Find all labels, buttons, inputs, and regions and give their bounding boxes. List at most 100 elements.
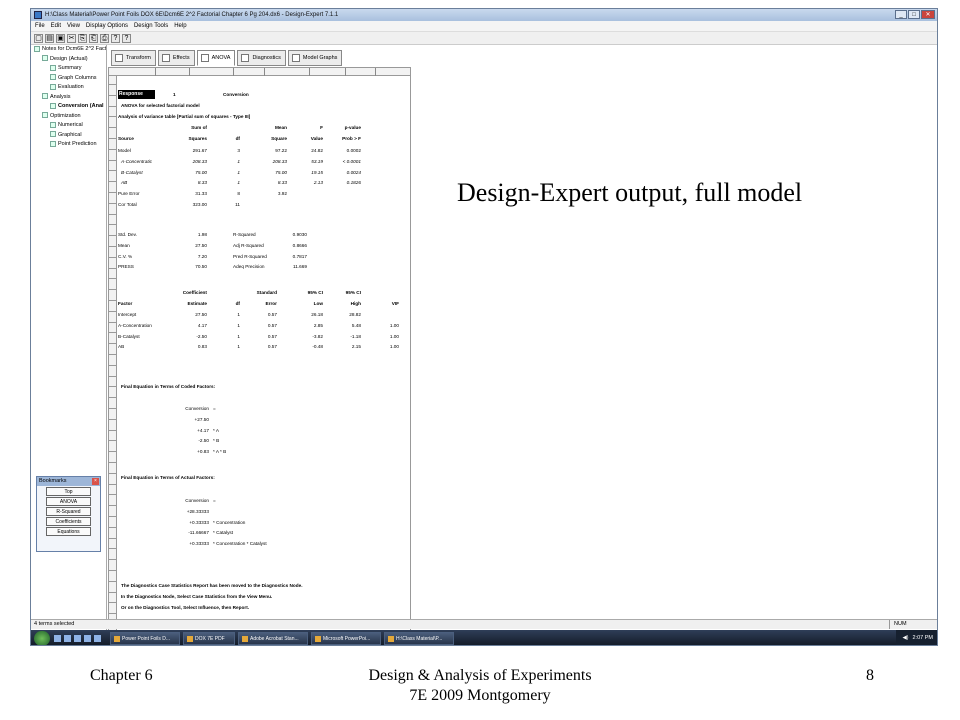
slide-annotation: Design-Expert output, full model — [457, 178, 803, 207]
report-cell: 0.0002 — [346, 148, 361, 153]
tab-transform[interactable]: Transform — [111, 50, 156, 66]
report-cell: 53.19 — [311, 158, 323, 164]
new-icon[interactable]: ▢ — [34, 34, 43, 43]
report-cell: -0.48 — [312, 344, 323, 350]
report-cell: 0.57 — [267, 344, 277, 350]
tab-label: ANOVA — [211, 54, 231, 61]
tree-node-icon — [50, 74, 56, 81]
tree-node-icon — [42, 93, 48, 100]
report-cell: Pure Error — [118, 191, 140, 197]
spreadsheet-row-headers — [109, 76, 117, 630]
windows-taskbar: Power Point Foils D... DOX 7E PDF Adobe Ac… — [31, 630, 937, 645]
report-cell: = — [213, 406, 216, 411]
bookmarks-close-icon[interactable]: × — [92, 478, 99, 485]
toolbar: ▢ ▤ ▣ ✂ ⎘ ⎗ ⎙ ? ? — [31, 32, 937, 45]
report-cell: 1 — [237, 322, 240, 328]
taskbar-button[interactable]: Microsoft PowerPoi... — [311, 632, 381, 645]
report-cell: Std. Dev. — [118, 232, 137, 237]
taskbar-button[interactable]: Adobe Acrobat Stan... — [238, 632, 308, 645]
report-cell: 1 — [173, 92, 176, 97]
quicklaunch-icon[interactable] — [54, 635, 61, 642]
quicklaunch-icon[interactable] — [84, 635, 91, 642]
report-cell: 0.1826 — [346, 180, 361, 186]
title-bar: H:\Class Material\Power Point Foils DOX … — [31, 9, 937, 21]
response-label-cell: Response — [118, 90, 155, 99]
report-cell: 1 — [237, 180, 240, 186]
tree-node[interactable]: Analysis — [31, 93, 106, 103]
report-cell: Low — [313, 301, 323, 306]
tree-node[interactable]: Evaluation — [31, 83, 106, 93]
tree-node[interactable]: Optimization — [31, 112, 106, 122]
report-cell: 3 — [237, 148, 240, 153]
quicklaunch-icon[interactable] — [74, 635, 81, 642]
bookmark-button-top[interactable]: Top — [46, 487, 91, 496]
quicklaunch-icon[interactable] — [64, 635, 71, 642]
taskbar-button[interactable]: Power Point Foils D... — [110, 632, 180, 645]
taskbar-button-label: H:\Class Material\P... — [396, 635, 443, 642]
open-icon[interactable]: ▤ — [45, 34, 54, 43]
report-cell: 24.82 — [311, 148, 323, 153]
tab-anova[interactable]: ANOVA — [196, 50, 236, 66]
menu-edit[interactable]: Edit — [51, 21, 61, 31]
report-cell: 8.33 — [277, 180, 287, 186]
status-bar: 4 terms selected NUM — [31, 619, 937, 629]
cut-icon[interactable]: ✂ — [67, 34, 76, 43]
tree-node[interactable]: Notes for Dcm6E 2^2 Facto — [31, 45, 106, 55]
bookmark-button-r-squared[interactable]: R-Squared — [46, 507, 91, 516]
taskbar-button-label: Power Point Foils D... — [122, 635, 171, 642]
tree-node-label: Summary — [58, 65, 82, 71]
print-icon[interactable]: ⎙ — [100, 34, 109, 43]
tree-node[interactable]: Graphical — [31, 131, 106, 141]
tree-node-icon — [42, 55, 48, 62]
tree-node[interactable]: Design (Actual) — [31, 55, 106, 65]
report-cell: 8 — [237, 191, 240, 197]
taskbar-button[interactable]: H:\Class Material\P... — [384, 632, 454, 645]
maximize-button[interactable]: □ — [908, 10, 920, 19]
menu-display-options[interactable]: Display Options — [86, 21, 128, 31]
report-cell: 7.20 — [197, 253, 207, 259]
menu-design-tools[interactable]: Design Tools — [134, 21, 168, 31]
tree-node-label: Point Prediction — [58, 141, 97, 147]
report-cell: 1.98 — [197, 232, 207, 237]
minimize-button[interactable]: _ — [895, 10, 907, 19]
tab-diagnostics[interactable]: Diagnostics — [237, 50, 286, 66]
report-cell: F — [320, 125, 323, 130]
report-cell: A-Concentration — [118, 322, 152, 328]
tree-node-label: Numerical — [58, 122, 83, 128]
tree-node[interactable]: Summary — [31, 64, 106, 74]
copy-icon[interactable]: ⎘ — [78, 34, 87, 43]
tips-icon[interactable]: ? — [122, 34, 131, 43]
close-button[interactable]: ✕ — [921, 10, 935, 19]
tree-node[interactable]: Point Prediction — [31, 140, 106, 150]
report-cell: In the Diagnostics Node, Select Case Sta… — [121, 594, 273, 599]
bookmark-button-equations[interactable]: Equations — [46, 527, 91, 536]
tree-node[interactable]: Numerical — [31, 121, 106, 131]
quicklaunch-icon[interactable] — [94, 635, 101, 642]
paste-icon[interactable]: ⎗ — [89, 34, 98, 43]
taskbar-button-label: Adobe Acrobat Stan... — [250, 635, 299, 642]
report-cell: Value — [310, 136, 323, 141]
report-cell: Standard — [256, 290, 277, 295]
report-cell: Prob > F — [342, 136, 361, 141]
tree-node[interactable]: Conversion (Anal — [31, 102, 106, 112]
report-cell: +27.50 — [194, 416, 209, 422]
tab-effects[interactable]: Effects — [157, 50, 195, 66]
bookmark-button-anova[interactable]: ANOVA — [46, 497, 91, 506]
start-button[interactable] — [34, 631, 50, 645]
report-cell: Pred R-Squared — [233, 253, 267, 259]
menu-help[interactable]: Help — [174, 21, 186, 31]
application-window: H:\Class Material\Power Point Foils DOX … — [30, 8, 938, 646]
clock: 2:07 PM — [912, 635, 933, 641]
volume-icon[interactable]: ◀) — [902, 630, 908, 645]
tree-node[interactable]: Graph Columns — [31, 74, 106, 84]
bookmark-button-coefficients[interactable]: Coefficients — [46, 517, 91, 526]
report-cell: Factor — [118, 301, 133, 306]
help-icon[interactable]: ? — [111, 34, 120, 43]
save-icon[interactable]: ▣ — [56, 34, 65, 43]
menu-file[interactable]: File — [35, 21, 45, 31]
report-cell: < 0.0001 — [342, 158, 361, 164]
menu-view[interactable]: View — [67, 21, 80, 31]
taskbar-button[interactable]: DOX 7E PDF — [183, 632, 235, 645]
tab-model-graphs[interactable]: Model Graphs — [287, 50, 343, 66]
tree-node-label: Notes for Dcm6E 2^2 Facto — [42, 46, 107, 52]
